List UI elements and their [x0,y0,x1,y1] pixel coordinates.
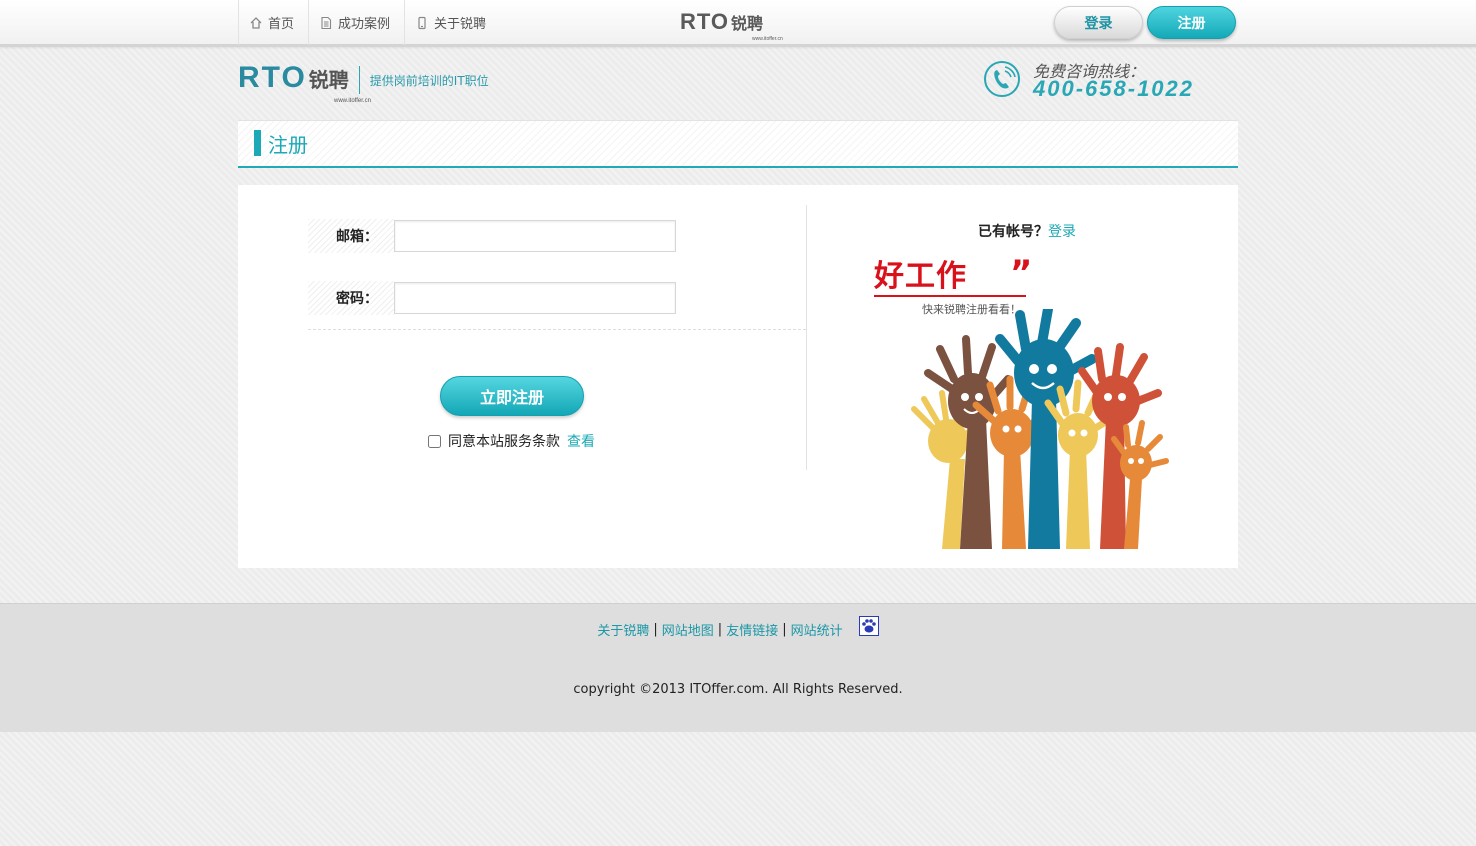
page-title: 注册 [268,133,308,157]
brand-logo-text: RTO [238,60,307,94]
agree-label: 同意本站服务条款 [448,434,560,450]
footer-link-stats[interactable]: 网站统计 [791,620,843,639]
password-field[interactable] [394,282,676,314]
top-nav: 首页 成功案例 关于锐聘 [238,0,500,45]
copyright: copyright ©2013 ITOffer.com. All Rights … [573,682,903,697]
brand-logo-url: www.itoffer.cn [334,97,371,104]
slogan: 好工作 ” 快来锐聘注册看看！ [874,253,1032,316]
footer: 关于锐聘 | 网站地图 | 友情链接 | 网站统计 copyright ©201… [0,603,1476,732]
nav-item-cases[interactable]: 成功案例 [308,0,404,45]
brand-header: RTO 锐聘 www.itoffer.cn 提供岗前培训的IT职位 [238,60,489,104]
brand-tagline: 提供岗前培训的IT职位 [369,73,489,88]
password-label: 密码： [308,281,394,315]
slogan-quote: ” [1010,253,1033,293]
baidu-paw-icon[interactable] [858,615,879,636]
email-label: 邮箱： [308,219,394,253]
view-terms-link[interactable]: 查看 [567,431,595,451]
footer-separator: | [717,622,723,637]
agree-terms: 同意本站服务条款 查看 [428,431,595,451]
top-logo-text: RTO [680,9,730,34]
register-panel: 邮箱： 密码： 立即注册 同意本站服务条款 查看 已有帐号？登录 好工作 ” 快… [238,185,1238,568]
page-title-bar: 注册 [238,120,1238,168]
form-separator [308,329,806,330]
has-account-prompt: 已有帐号？登录 [978,221,1076,241]
footer-link-sitemap[interactable]: 网站地图 [662,620,714,639]
footer-link-friends[interactable]: 友情链接 [726,620,778,639]
footer-separator: | [782,622,787,637]
title-marker [254,130,261,156]
footer-separator: | [653,622,658,637]
has-account-text: 已有帐号？ [978,224,1048,240]
submit-register-button[interactable]: 立即注册 [440,376,584,416]
document-icon [321,16,332,29]
nav-item-about[interactable]: 关于锐聘 [404,0,500,45]
home-icon [250,16,262,29]
email-field[interactable] [394,220,676,252]
agree-checkbox[interactable] [428,434,441,448]
nav-label-home: 首页 [268,17,295,32]
slogan-underline [874,295,1026,297]
top-logo[interactable]: RTO 锐聘 www.itoffer.cn [680,9,783,43]
nav-label-cases: 成功案例 [338,17,391,32]
raised-hands-illustration [911,309,1169,549]
top-logo-url: www.itoffer.cn [752,36,783,42]
login-button[interactable]: 登录 [1054,6,1143,39]
footer-link-about[interactable]: 关于锐聘 [597,620,649,639]
brand-logo[interactable]: RTO 锐聘 www.itoffer.cn [238,60,371,104]
hotline: 免费咨询热线： 400-658-1022 [983,58,1239,101]
nav-label-about: 关于锐聘 [434,17,487,32]
nav-item-home[interactable]: 首页 [238,0,308,45]
side-login-link[interactable]: 登录 [1048,224,1076,240]
register-button[interactable]: 注册 [1147,6,1236,39]
vertical-divider [806,205,807,470]
email-row: 邮箱： [308,219,678,253]
phone-icon [418,16,426,29]
hotline-number: 400-658-1022 [1033,76,1195,101]
slogan-title: 好工作 [874,259,967,294]
password-row: 密码： [308,281,678,315]
phone-call-icon [984,61,1020,97]
top-navigation-bar: 首页 成功案例 关于锐聘 RTO 锐聘 www.itoffer.cn 登录 注册 [0,0,1476,47]
footer-links: 关于锐聘 | 网站地图 | 友情链接 | 网站统计 [0,615,1476,639]
